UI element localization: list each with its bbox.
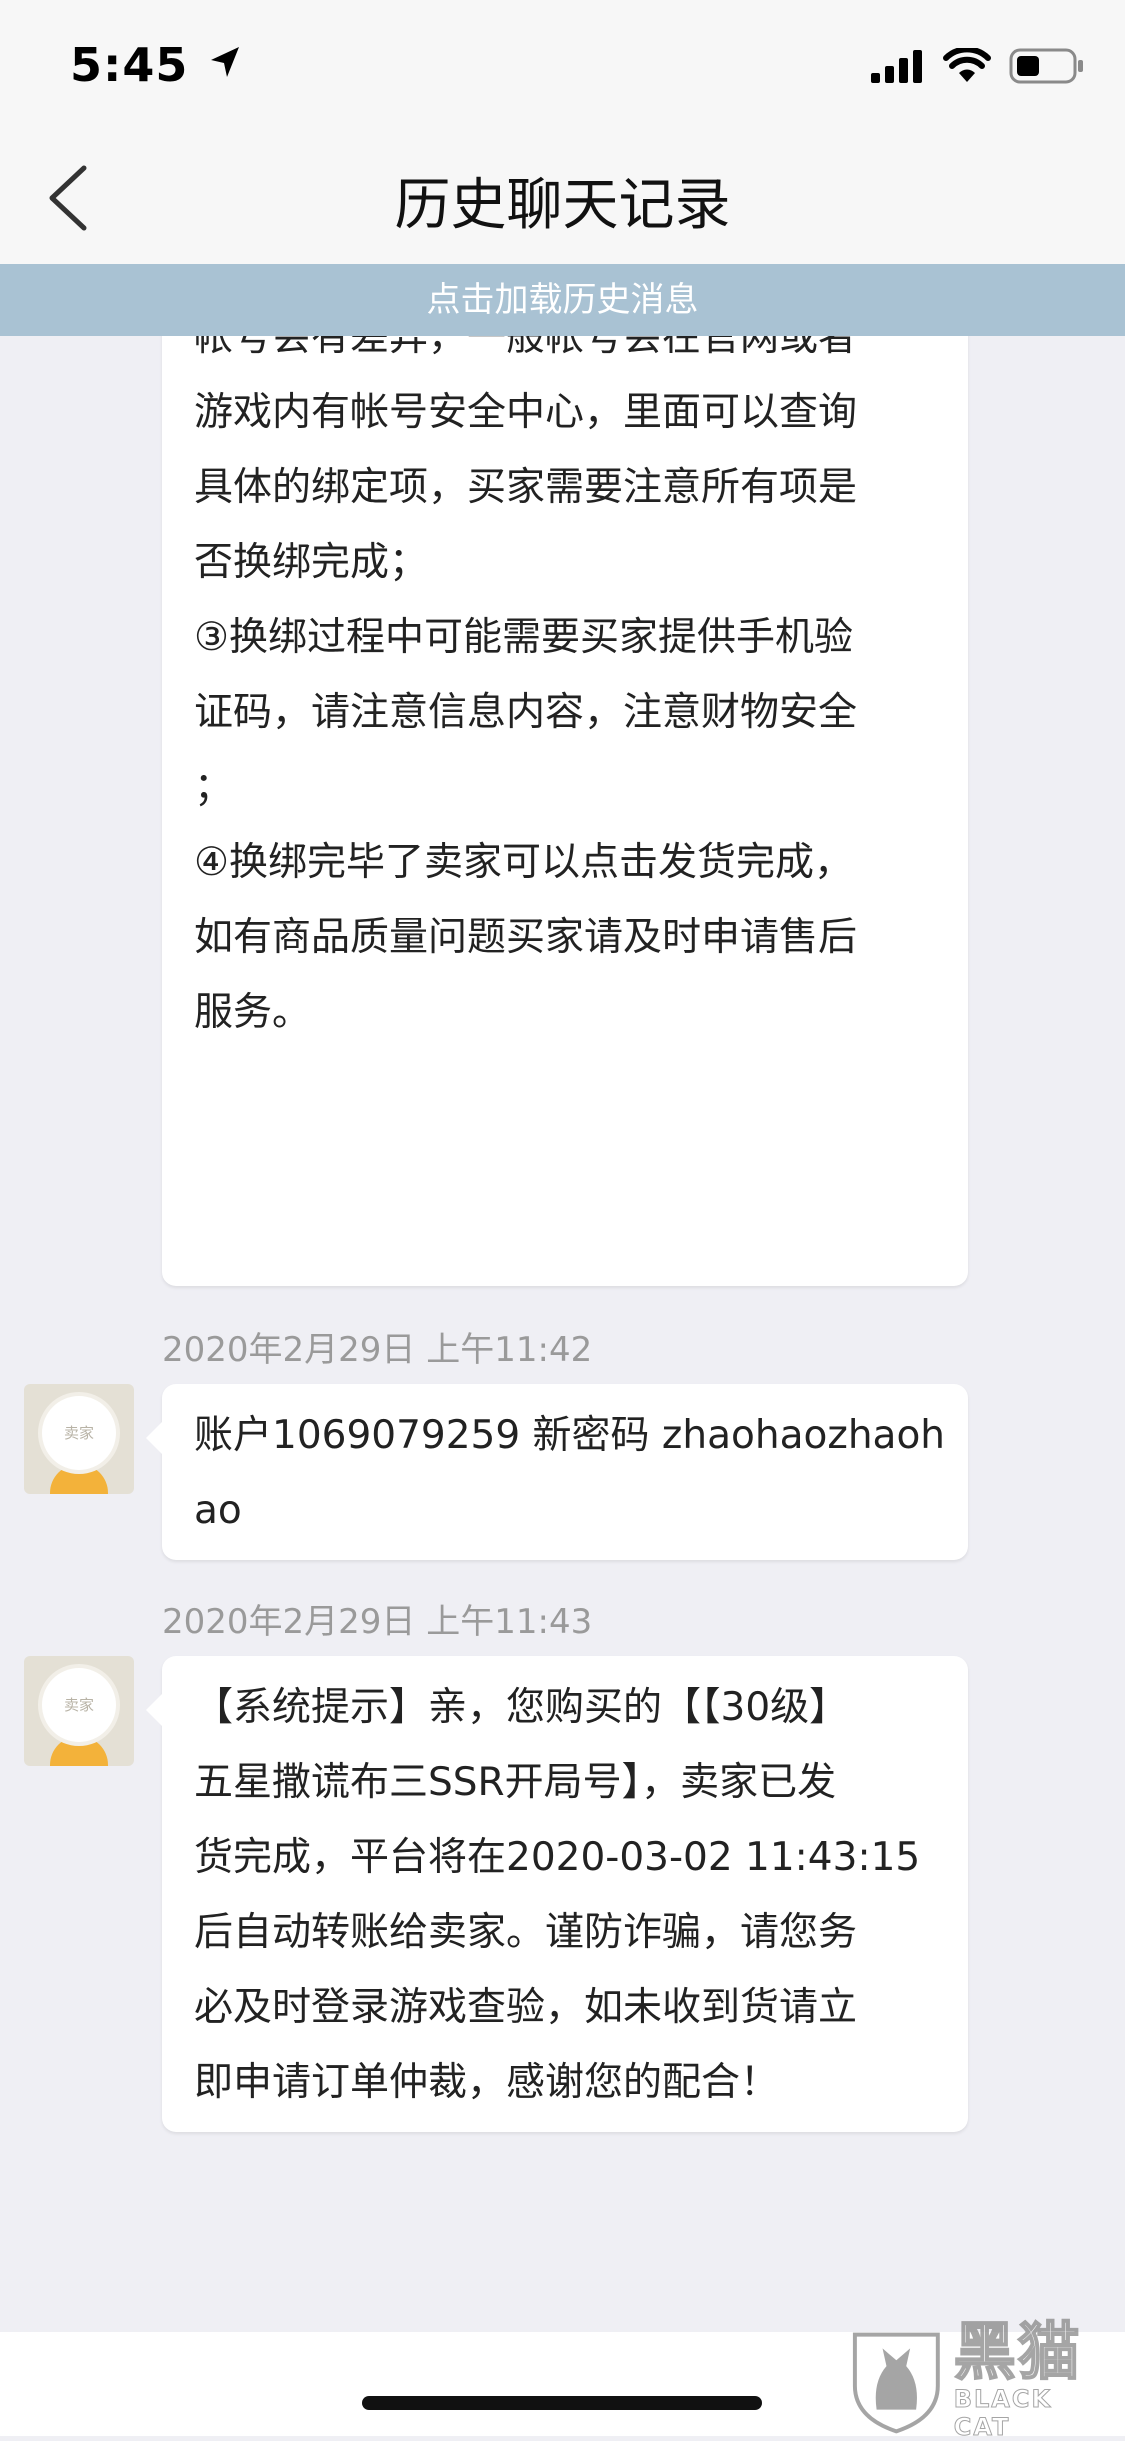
message-timestamp: 2020年2月29日 上午11:43 <box>162 1602 593 1642</box>
message-line: ； <box>194 765 234 810</box>
message-line: 【系统提示】亲，您购买的【【30级】 <box>194 1685 849 1730</box>
avatar-label: 卖家 <box>42 1668 116 1742</box>
chat-list[interactable]: 帐号会有差异，一般帐号会在官网或者 游戏内有帐号安全中心，里面可以查询 具体的绑… <box>0 336 1125 2332</box>
message-bubble: 【系统提示】亲，您购买的【【30级】 五星撒谎布三SSR开局号】，卖家已发 货完… <box>146 1656 968 2132</box>
home-indicator[interactable] <box>362 2396 762 2410</box>
message-line: 货完成，平台将在2020-03-02 11:43:15 <box>194 1835 921 1880</box>
bubble-tail <box>146 1422 162 1454</box>
message-line: 即申请订单仲裁，感谢您的配合！ <box>194 2060 780 2105</box>
message-timestamp: 2020年2月29日 上午11:42 <box>162 1330 593 1370</box>
message-line: ④换绑完毕了卖家可以点击发货完成， <box>194 840 853 885</box>
message-line: 否换绑完成； <box>194 540 429 585</box>
message-line: 具体的绑定项，买家需要注意所有项是 <box>194 465 858 510</box>
watermark-text: 黑猫 BLACK CAT <box>953 2315 1117 2441</box>
bubble-tail <box>146 1694 162 1726</box>
message-bubble: 账户1069079259 新密码 zhaohaozhaoh ao <box>146 1384 968 1560</box>
status-icons <box>871 48 1085 84</box>
watermark-en: BLACK CAT <box>953 2385 1053 2441</box>
battery-icon <box>1009 48 1083 84</box>
message-line: 账户1069079259 新密码 zhaohaozhaoh <box>194 1413 946 1458</box>
page-title: 历史聊天记录 <box>394 173 731 238</box>
status-time: 5:45 <box>70 38 241 92</box>
message-line: 后自动转账给卖家。谨防诈骗，请您务 <box>194 1910 858 1955</box>
watermark-logo: 黑猫 BLACK CAT <box>847 2318 1117 2441</box>
nav-bar: 历史聊天记录 <box>0 132 1125 264</box>
avatar-label: 卖家 <box>42 1396 116 1470</box>
avatar[interactable]: 卖家 <box>24 1384 134 1494</box>
message-line: 服务。 <box>194 990 312 1035</box>
cellular-signal-icon <box>871 50 922 83</box>
avatar[interactable]: 卖家 <box>24 1656 134 1766</box>
message-line: 必及时登录游戏查验，如未收到货请立 <box>194 1985 858 2030</box>
message-bubble: 帐号会有差异，一般帐号会在官网或者 游戏内有帐号安全中心，里面可以查询 具体的绑… <box>162 336 968 1286</box>
message-line: 帐号会有差异，一般帐号会在官网或者 <box>194 336 858 360</box>
wifi-icon <box>943 48 991 82</box>
message-line: ③换绑过程中可能需要买家提供手机验 <box>194 615 853 660</box>
status-time-text: 5:45 <box>70 38 189 92</box>
location-arrow-icon <box>211 47 240 77</box>
message-line: 证码，请注意信息内容，注意财物安全 <box>194 690 858 735</box>
message-line: 游戏内有帐号安全中心，里面可以查询 <box>194 390 858 435</box>
watermark-cn: 黑猫 <box>953 2315 1082 2388</box>
message-line: 五星撒谎布三SSR开局号】，卖家已发 <box>194 1760 837 1805</box>
load-history-button[interactable]: 点击加载历史消息 <box>0 264 1125 336</box>
message-line: 如有商品质量问题买家请及时申请售后 <box>194 915 858 960</box>
message-line: ao <box>194 1488 242 1533</box>
status-bar: 5:45 <box>0 0 1125 132</box>
black-cat-shield-icon <box>852 2332 940 2434</box>
